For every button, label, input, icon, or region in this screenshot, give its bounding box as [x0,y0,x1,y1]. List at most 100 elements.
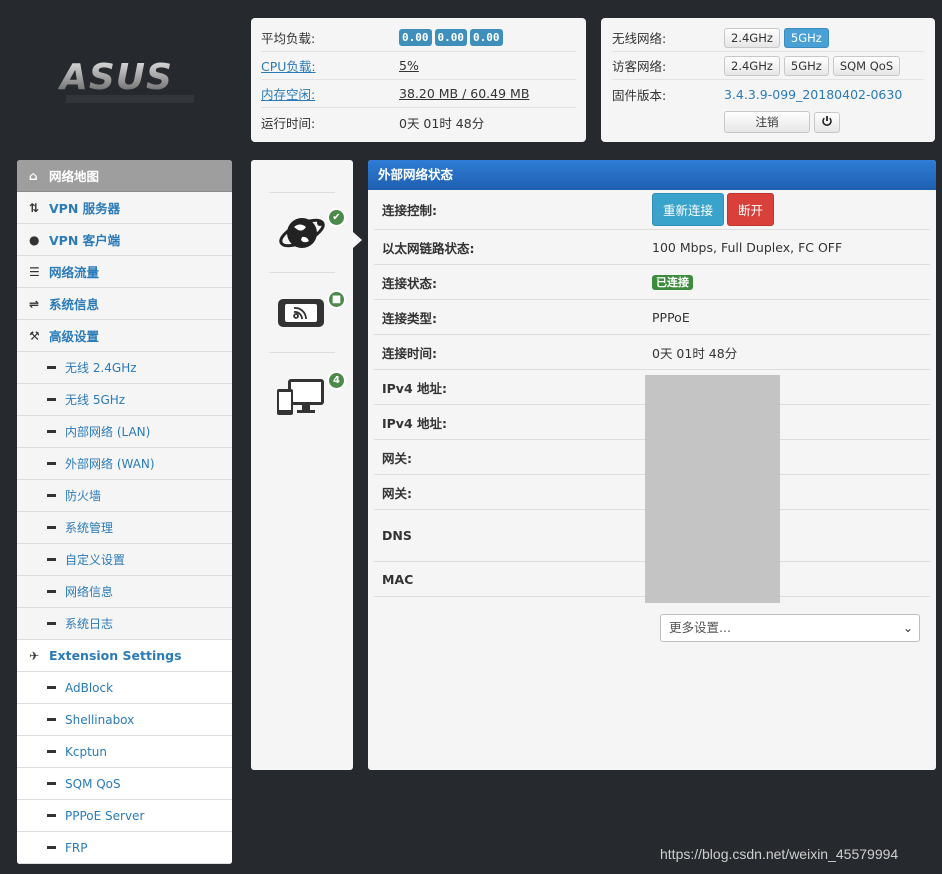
row-label: 网关: [382,450,412,466]
sidebar-item-advanced[interactable]: ⚒ 高级设置 [17,320,232,352]
sidebar-item-admin[interactable]: 系统管理 [17,512,232,544]
row-label: 连接控制: [382,203,437,218]
power-button[interactable] [814,111,840,133]
sidebar-item-wireless-24[interactable]: 无线 2.4GHz [17,352,232,384]
sidebar-item-frp[interactable]: FRP [17,832,232,864]
dash-icon [47,718,56,721]
clients-device[interactable]: 4 [269,352,346,432]
internet-device[interactable]: ✔ [269,192,346,272]
globe-icon [279,218,325,248]
sidebar-item-vpn-server[interactable]: ⇅ VPN 服务器 [17,192,232,224]
sidebar-sub-label: AdBlock [65,680,114,695]
system-stats-panel: 平均负载: 0.00 0.00 0.00 CPU负载: 5% 内存空闲: 38.20… [251,18,586,142]
memory-value: 38.20 MB / 60.49 MB [399,86,530,101]
sidebar-item-custom[interactable]: 自定义设置 [17,544,232,576]
sidebar-sub-label: Kcptun [65,744,107,759]
power-icon [822,115,832,126]
sidebar-sub-label: 无线 2.4GHz [65,361,137,375]
sidebar-sub-label: 网络信息 [65,585,114,599]
dash-icon [47,590,56,593]
sidebar-item-shellinabox[interactable]: Shellinabox [17,704,232,736]
memory-row: 内存空闲: 38.20 MB / 60.49 MB [261,80,576,108]
wireless-panel: 无线网络: 2.4GHz 5GHz 访客网络: 2.4GHz 5GHz SQM … [601,18,935,142]
sidebar-item-syslog[interactable]: 系统日志 [17,608,232,640]
uptime-value: 0天 01时 48分 [399,115,485,131]
reconnect-button[interactable]: 重新连接 [652,193,725,226]
connection-controls: 重新连接 断开 [652,193,775,226]
sidebar-item-lan[interactable]: 内部网络 (LAN) [17,416,232,448]
sidebar-sub-label: 外部网络 (WAN) [65,457,155,471]
wireless-24ghz-button[interactable]: 2.4GHz [724,27,780,48]
table-row: 以太网链路状态: 100 Mbps, Full Duplex, FC OFF [374,230,930,265]
sidebar-item-sqm-qos[interactable]: SQM QoS [17,768,232,800]
asus-logo-icon: ASUS [57,57,194,103]
sidebar-item-wan[interactable]: 外部网络 (WAN) [17,448,232,480]
avg-load-row: 平均负载: 0.00 0.00 0.00 [261,24,576,52]
clients-icon [277,379,324,415]
table-row: 连接控制: 重新连接 断开 [374,190,930,230]
disconnect-button[interactable]: 断开 [727,193,775,226]
wireless-router-device[interactable]: ■ [269,272,346,352]
sidebar-item-extension-settings[interactable]: ✈ Extension Settings [17,640,232,672]
row-label: IPv4 地址: [382,380,448,396]
list-icon: ☰ [29,264,40,279]
sidebar-item-label: 网络流量 [49,265,100,280]
dash-icon [47,814,56,817]
guest-label: 访客网络: [612,59,667,74]
guest-24ghz-button[interactable]: 2.4GHz [724,55,780,76]
sidebar-item-wireless-5[interactable]: 无线 5GHz [17,384,232,416]
shuffle-icon: ⇌ [29,296,40,311]
retweet-icon: ⇅ [29,200,40,215]
sidebar-sub-label: 系统管理 [65,521,114,535]
avg-load-values: 0.00 0.00 0.00 [399,29,506,46]
dash-icon [47,430,56,433]
dash-icon [47,366,56,369]
sidebar-item-label: VPN 服务器 [49,201,121,216]
row-value: 0天 01时 48分 [652,345,738,361]
table-row: 连接类型: PPPoE [374,300,930,335]
sidebar-item-traffic[interactable]: ☰ 网络流量 [17,256,232,288]
sidebar-sub-label: 系统日志 [65,617,114,631]
panel-title: 外部网络状态 [368,160,936,190]
watermark: https://blog.csdn.net/weixin_45579994 [660,846,899,862]
firmware-version-link[interactable]: 3.4.3.9-099_20180402-0630 [724,87,902,102]
uptime-label: 运行时间: [261,115,316,131]
table-row: 连接时间: 0天 01时 48分 [374,335,930,370]
dash-icon [47,494,56,497]
guest-5ghz-button[interactable]: 5GHz [783,55,829,76]
sidebar-item-kcptun[interactable]: Kcptun [17,736,232,768]
sidebar-sub-label: SQM QoS [65,776,121,791]
dash-icon [47,686,56,689]
row-label: IPv4 地址: [382,415,448,431]
dash-icon [47,558,56,561]
cpu-link[interactable]: CPU负载: [261,56,399,75]
sidebar-item-vpn-client[interactable]: ● VPN 客户端 [17,224,232,256]
sidebar-item-label: VPN 客户端 [49,233,121,248]
more-settings-select[interactable]: 更多设置... ⌄ [660,614,920,642]
sidebar-item-network-info[interactable]: 网络信息 [17,576,232,608]
dash-icon [47,462,56,465]
sidebar-item-pppoe-server[interactable]: PPPoE Server [17,800,232,832]
cpu-row: CPU负载: 5% [261,52,576,80]
sidebar-item-adblock[interactable]: AdBlock [17,672,232,704]
row-label: 连接状态: [382,275,437,291]
sidebar-item-system-info[interactable]: ⇌ 系统信息 [17,288,232,320]
sqm-qos-button[interactable]: SQM QoS [832,55,901,76]
avg-load-label: 平均负载: [261,31,316,46]
load-1min: 0.00 [399,29,432,46]
wireless-5ghz-button[interactable]: 5GHz [783,27,829,48]
dash-icon [47,398,56,401]
sidebar-sub-label: 内部网络 (LAN) [65,425,151,439]
row-label: 以太网链路状态: [382,240,475,256]
lock-icon: ■ [327,290,346,309]
plane-icon: ✈ [29,648,40,663]
dash-icon [47,622,56,625]
memory-link[interactable]: 内存空闲: [261,84,399,103]
dash-icon [47,526,56,529]
sidebar-sub-label: 自定义设置 [65,553,126,567]
firmware-label: 固件版本: [612,87,667,103]
logout-button[interactable]: 注销 [724,111,810,133]
sidebar-item-firewall[interactable]: 防火墙 [17,480,232,512]
selected-arrow [353,232,362,248]
sidebar-item-network-map[interactable]: ⌂ 网络地图 [17,160,232,192]
